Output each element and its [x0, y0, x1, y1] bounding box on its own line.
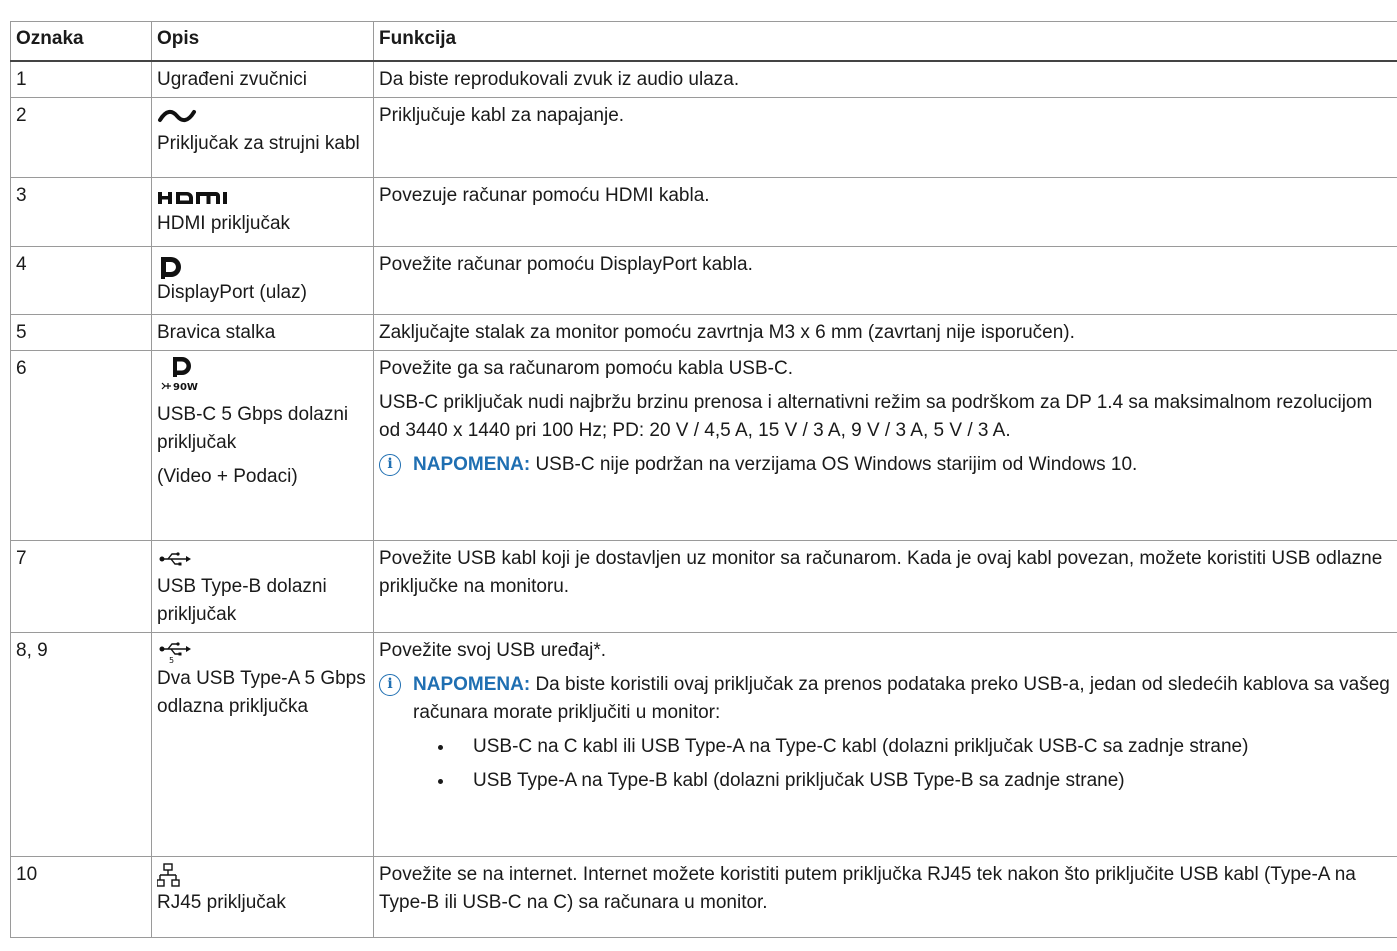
row-label: 2: [10, 97, 152, 178]
usb-icon: [157, 545, 368, 573]
function-text: Priključuje kabl za napajanje.: [379, 105, 625, 126]
table-row: 3 HDMI priključak Povezuje računar pomoć…: [10, 177, 1397, 247]
note-box: i NAPOMENA: Da biste koristili ovaj prik…: [379, 671, 1392, 727]
note-label: NAPOMENA:: [413, 454, 531, 475]
row-description: RJ45 priključak: [151, 856, 374, 938]
row-function: Povežite se na internet. Internet možete…: [373, 856, 1397, 938]
row-label: 8, 9: [10, 632, 152, 857]
note-text: USB-C nije podržan na verzijama OS Windo…: [535, 454, 1138, 475]
description-text: HDMI priključak: [157, 213, 291, 234]
list-item: USB Type-A na Type-B kabl (dolazni prikl…: [455, 767, 1392, 795]
row-description: USB Type-B dolazni priključak: [151, 540, 374, 633]
row-label: 10: [10, 856, 152, 938]
usbc-dp-90w-icon: 90W: [157, 355, 368, 401]
cable-list: USB-C na C kabl ili USB Type-A na Type-C…: [379, 733, 1392, 795]
row-label: 4: [10, 246, 152, 315]
table-row: 5 Bravica stalka Zaključajte stalak za m…: [10, 314, 1397, 351]
description-extra-text: (Video + Podaci): [157, 466, 298, 487]
displayport-icon: [157, 251, 368, 279]
row-function: Zaključajte stalak za monitor pomoću zav…: [373, 314, 1397, 351]
row-description: HDMI priključak: [151, 177, 374, 247]
header-funkcija: Funkcija: [373, 21, 1397, 62]
function-text: Povežite računar pomoću DisplayPort kabl…: [379, 254, 753, 275]
icon-label-5: 5: [169, 656, 174, 665]
table-row: 7 USB Type-B dolazni priključak Povežite…: [10, 540, 1397, 633]
row-function: Povežite svoj USB uređaj*. i NAPOMENA: D…: [373, 632, 1397, 857]
row-function: Povežite ga sa računarom pomoću kabla US…: [373, 350, 1397, 541]
function-text: Povežite ga sa računarom pomoću kabla US…: [379, 358, 793, 379]
page: Oznaka Opis Funkcija 1 Ugrađeni zvučnici…: [0, 0, 1397, 951]
row-description: Ugrađeni zvučnici: [151, 60, 374, 98]
description-text: Dva USB Type-A 5 Gbps odlazna priključka: [157, 668, 366, 717]
row-function: Povežite računar pomoću DisplayPort kabl…: [373, 246, 1397, 315]
row-label: 5: [10, 314, 152, 351]
note-label: NAPOMENA:: [413, 674, 531, 695]
function-text: Zaključajte stalak za monitor pomoću zav…: [379, 322, 1075, 343]
row-label: 1: [10, 60, 152, 98]
header-opis: Opis: [151, 21, 374, 62]
row-description: DisplayPort (ulaz): [151, 246, 374, 315]
row-function: Da biste reprodukovali zvuk iz audio ula…: [373, 60, 1397, 98]
row-function: Povežite USB kabl koji je dostavljen uz …: [373, 540, 1397, 633]
description-text: RJ45 priključak: [157, 892, 286, 913]
row-description: 90W USB-C 5 Gbps dolazni priključak (Vid…: [151, 350, 374, 541]
function-text: Povežite USB kabl koji je dostavljen uz …: [379, 548, 1383, 597]
function-text: Povežite svoj USB uređaj*.: [379, 640, 607, 661]
description-text: Ugrađeni zvučnici: [157, 69, 307, 90]
list-item: USB-C na C kabl ili USB Type-A na Type-C…: [455, 733, 1392, 761]
hdmi-icon: [157, 182, 368, 210]
network-rj45-icon: [157, 861, 368, 889]
row-label: 7: [10, 540, 152, 633]
table-row: 1 Ugrađeni zvučnici Da biste reprodukova…: [10, 60, 1397, 98]
row-label: 3: [10, 177, 152, 247]
description-text: USB-C 5 Gbps dolazni priključak: [157, 404, 349, 453]
description-text: Priključak za strujni kabl: [157, 133, 360, 154]
row-function: Povezuje računar pomoću HDMI kabla.: [373, 177, 1397, 247]
row-description: Bravica stalka: [151, 314, 374, 351]
info-icon: i: [379, 451, 407, 479]
row-description: Priključak za strujni kabl: [151, 97, 374, 178]
function-text: Da biste reprodukovali zvuk iz audio ula…: [379, 69, 740, 90]
function-text: USB-C priključak nudi najbržu brzinu pre…: [379, 392, 1373, 441]
note-box: i NAPOMENA: USB-C nije podržan na verzij…: [379, 451, 1392, 479]
row-label: 6: [10, 350, 152, 541]
clipped-heading-remnant: [10, 0, 310, 12]
description-text: USB Type-B dolazni priključak: [157, 576, 327, 625]
icon-label-90w: 90W: [173, 382, 198, 393]
table-row: 10 RJ45 priključak Povežite se na intern…: [10, 856, 1397, 938]
power-ac-icon: [157, 102, 368, 130]
table-header-row: Oznaka Opis Funkcija: [10, 21, 1397, 62]
row-description: 5 Dva USB Type-A 5 Gbps odlazna priključ…: [151, 632, 374, 857]
note-text: Da biste koristili ovaj priključak za pr…: [413, 674, 1390, 723]
table-row: 6 90W USB-C 5 Gbps dolazni priključak (V…: [10, 350, 1397, 541]
description-text: DisplayPort (ulaz): [157, 282, 307, 303]
usb-5gbps-icon: 5: [157, 637, 368, 665]
table-row: 4 DisplayPort (ulaz) Povežite računar po…: [10, 246, 1397, 315]
header-oznaka: Oznaka: [10, 21, 152, 62]
row-function: Priključuje kabl za napajanje.: [373, 97, 1397, 178]
description-text: Bravica stalka: [157, 322, 276, 343]
table-row: 2 Priključak za strujni kabl Priključuje…: [10, 97, 1397, 178]
info-icon: i: [379, 671, 407, 699]
table-row: 8, 9 5 Dva USB Type-A 5 Gbps odlazna pri…: [10, 632, 1397, 857]
function-text: Povežite se na internet. Internet možete…: [379, 864, 1356, 913]
function-text: Povezuje računar pomoću HDMI kabla.: [379, 185, 710, 206]
ports-table: Oznaka Opis Funkcija 1 Ugrađeni zvučnici…: [10, 21, 1397, 938]
